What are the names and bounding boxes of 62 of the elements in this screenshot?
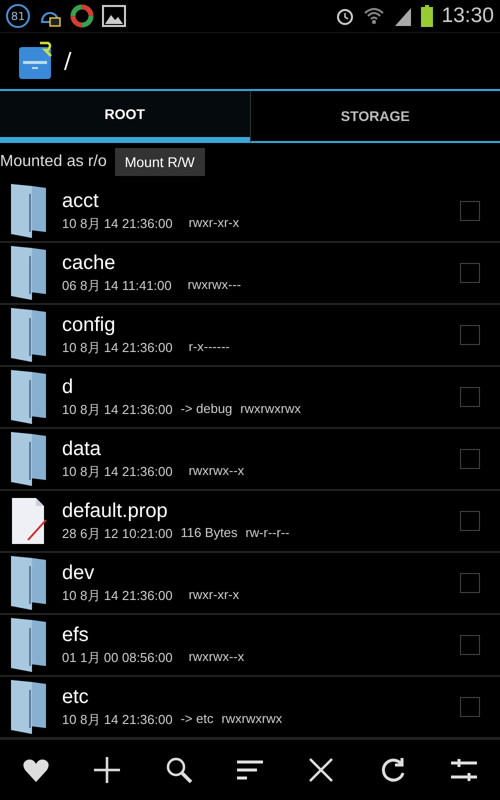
checkbox[interactable]	[460, 201, 480, 221]
checkbox[interactable]	[460, 635, 480, 655]
permissions: rwxrwx---	[188, 276, 242, 294]
clock-time: 13:30	[441, 4, 494, 28]
tab[interactable]: STORAGE	[250, 91, 500, 143]
file-name: cache	[62, 252, 116, 274]
mount-status: Mounted as r/o	[0, 153, 107, 171]
alarm-icon	[335, 6, 356, 26]
checkbox[interactable]	[460, 387, 480, 407]
modified-date: 10 8月 14 21:36:00	[62, 400, 173, 418]
checkbox[interactable]	[460, 697, 480, 717]
tab[interactable]: ROOT	[0, 91, 250, 143]
folder-icon	[10, 306, 48, 364]
modified-date: 28 6月 12 10:21:00	[62, 524, 173, 542]
checkbox[interactable]	[460, 449, 480, 469]
file-cabinet-icon	[18, 41, 54, 81]
checkbox[interactable]	[460, 573, 480, 593]
permissions: rwxrwx--x	[188, 648, 244, 666]
file-name: acct	[62, 190, 100, 212]
modified-date: 10 8月 14 21:36:00	[62, 586, 173, 604]
file-detail: 116 Bytes	[180, 524, 238, 542]
file-name: default.prop	[62, 500, 169, 522]
modified-date: 01 1月 00 08:56:00	[62, 648, 173, 666]
permissions: r-x------	[188, 338, 230, 356]
checkbox[interactable]	[460, 325, 480, 345]
signal-icon	[393, 6, 414, 26]
checkbox[interactable]	[460, 263, 480, 283]
notification-badge: 81	[6, 4, 30, 28]
folder-icon	[10, 554, 48, 612]
wifi-icon	[363, 6, 386, 26]
permissions: rw-r--r--	[245, 524, 290, 542]
modified-date: 10 8月 14 21:36:00	[62, 710, 173, 728]
file-name: dev	[62, 562, 96, 584]
modified-date: 10 8月 14 21:36:00	[62, 462, 173, 480]
checkbox[interactable]	[460, 511, 480, 531]
modified-date: 10 8月 14 21:36:00	[62, 338, 173, 356]
modified-date: 06 8月 14 11:41:00	[62, 276, 172, 294]
mount-button[interactable]: Mount R/W	[114, 148, 205, 176]
folder-icon	[10, 244, 48, 302]
file-name: d	[62, 376, 74, 398]
permissions: rwxrwxrwx	[240, 400, 301, 418]
folder-icon	[10, 182, 48, 240]
app-icon	[70, 4, 94, 28]
file-name: efs	[62, 624, 90, 646]
file-detail: -> etc	[180, 710, 214, 728]
battery-icon	[421, 5, 434, 27]
file-name: etc	[62, 686, 90, 708]
image-icon	[102, 5, 126, 27]
modified-date: 10 8月 14 21:36:00	[62, 214, 173, 232]
file-detail: -> debug	[180, 400, 232, 418]
file-name: config	[62, 314, 116, 336]
folder-icon	[10, 368, 48, 426]
permissions: rwxrwxrwx	[221, 710, 282, 728]
file-name: data	[62, 438, 102, 460]
folder-icon	[10, 430, 48, 488]
document-icon	[10, 496, 48, 546]
folder-icon	[10, 678, 48, 736]
current-path: /	[64, 48, 72, 74]
permissions: rwxr-xr-x	[188, 214, 240, 232]
permissions: rwxr-xr-x	[188, 586, 240, 604]
permissions: rwxrwx--x	[188, 462, 244, 480]
folder-icon	[10, 616, 48, 674]
